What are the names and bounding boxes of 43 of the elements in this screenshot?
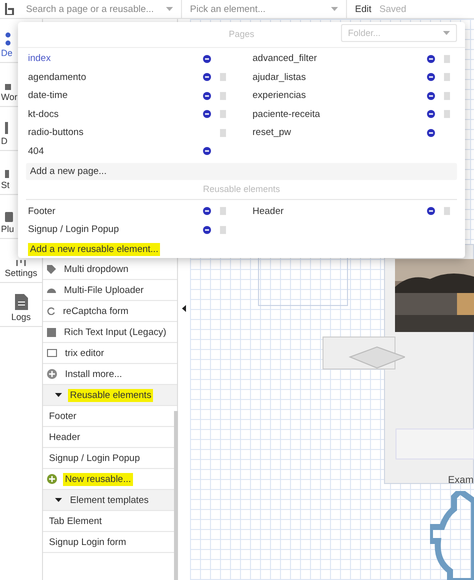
section-header[interactable]: Reusable elements [68, 388, 154, 402]
page-name[interactable]: experiencias [252, 90, 423, 102]
edit-mode[interactable]: Edit [355, 4, 372, 14]
panel-item[interactable]: Install more... [63, 368, 124, 380]
caption-text: Exam [448, 475, 474, 486]
panel-item[interactable]: Rich Text Input (Legacy) [62, 326, 168, 338]
page-name[interactable]: agendamento [28, 72, 198, 83]
panel-item[interactable]: Footer [47, 410, 78, 422]
panel-item[interactable]: reCaptcha form [61, 304, 130, 318]
panel-item[interactable]: Signup / Login Popup [47, 452, 142, 464]
add-page-link[interactable]: Add a new page... [28, 164, 109, 178]
page-name[interactable]: radio-buttons [28, 127, 198, 138]
page-name[interactable]: kt-docs [28, 108, 198, 120]
reusables-heading: Reusable elements [202, 184, 280, 194]
panel-item[interactable]: New reusable... [63, 472, 134, 486]
page-search-field[interactable]: Search a page or a reusable... [18, 0, 182, 18]
panel-item[interactable]: Multi-File Uploader [62, 284, 146, 296]
panel-item[interactable]: trix editor [63, 346, 106, 360]
nav-tab[interactable]: Plu [0, 224, 14, 234]
nav-tab[interactable]: Wor [0, 92, 18, 102]
reusable-name[interactable]: Signup / Login Popup [28, 224, 198, 236]
add-reusable-link[interactable]: Add a new reusable element... [28, 242, 160, 256]
panel-item[interactable]: Tab Element [47, 514, 104, 528]
panel-item[interactable]: Header [47, 430, 82, 444]
reusable-name[interactable]: Footer [28, 206, 198, 217]
reusable-name[interactable]: Header [252, 206, 423, 217]
nav-tab[interactable]: Settings [4, 268, 38, 278]
nav-tab[interactable]: St [0, 180, 10, 190]
page-name[interactable]: ajudar_listas [252, 72, 423, 83]
page-name[interactable]: date-time [28, 90, 198, 102]
page-name[interactable]: reset_pw [252, 127, 423, 138]
page-name[interactable]: advanced_filter [252, 53, 423, 64]
nav-tab[interactable]: De [0, 48, 13, 58]
save-status: Saved [379, 4, 406, 14]
page-name[interactable]: paciente-receita [252, 108, 423, 120]
nav-tab[interactable]: Logs [11, 312, 31, 322]
panel-item[interactable]: Multi dropdown [62, 262, 130, 276]
page-name[interactable]: 404 [28, 146, 198, 157]
pages-heading: Pages [228, 29, 254, 40]
element-picker-field[interactable]: Pick an element... [182, 0, 347, 18]
nav-tab[interactable]: D [0, 136, 8, 146]
panel-item[interactable]: Signup Login form [47, 536, 128, 548]
page-name[interactable]: index [28, 53, 198, 64]
